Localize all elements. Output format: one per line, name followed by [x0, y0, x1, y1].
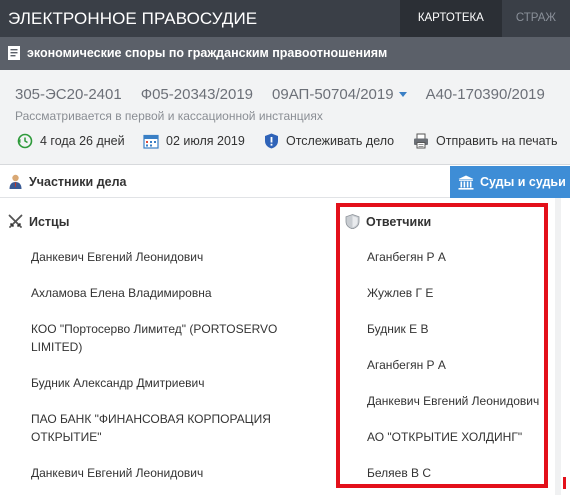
tab-bar: Участники дела Суды и судьи — [0, 166, 570, 198]
duration-item: 4 года 26 дней — [17, 133, 125, 149]
track-case-label: Отслеживать дело — [286, 134, 395, 148]
plaintiff-name: Данкевич Евгений Леонидович — [31, 250, 204, 264]
tab-courts-judges[interactable]: Суды и судьи — [450, 166, 570, 198]
plaintiff-item[interactable]: Данкевич Евгений Леонидович — [31, 248, 203, 266]
top-bar: ЭЛЕКТРОННОЕ ПРАВОСУДИЕ КАРТОТЕКА СТРАЖ — [0, 0, 570, 37]
plaintiff-name-cont: ОТКРЫТИЕ" — [31, 430, 102, 444]
plaintiff-item[interactable]: ПАО БАНК "ФИНАНСОВАЯ КОРПОРАЦИЯ ОТКРЫТИЕ… — [31, 410, 271, 446]
plaintiff-name: КОО "Портосерво Лимитед" (PORTOSERVO — [31, 322, 278, 336]
plaintiff-item[interactable]: Данкевич Евгений Леонидович — [31, 464, 203, 482]
case-number-supreme[interactable]: 305-ЭС20-2401 — [15, 86, 122, 103]
brand-title: ЭЛЕКТРОННОЕ ПРАВОСУДИЕ — [8, 9, 258, 28]
nav-kartoteka[interactable]: КАРТОТЕКА — [399, 0, 502, 37]
plaintiff-item[interactable]: Ахламова Елена Владимировна — [31, 284, 212, 302]
plaintiff-item[interactable]: КОО "Портосерво Лимитед" (PORTOSERVO LIM… — [31, 320, 277, 356]
courthouse-icon — [458, 175, 474, 190]
case-number-cassation[interactable]: Ф05-20343/2019 — [141, 86, 253, 103]
date-item: 02 июля 2019 — [143, 133, 245, 149]
top-nav: КАРТОТЕКА СТРАЖ — [399, 0, 570, 37]
plaintiff-item[interactable]: Будник Александр Дмитриевич — [31, 374, 204, 392]
category-label: экономические споры по гражданским право… — [27, 46, 388, 60]
plaintiff-name: Будник Александр Дмитриевич — [31, 376, 205, 390]
nav-strazh[interactable]: СТРАЖ — [502, 0, 570, 37]
shield-icon — [265, 133, 278, 149]
plaintiff-name-cont: LIMITED) — [31, 340, 83, 354]
plaintiffs-heading: Истцы — [8, 214, 69, 229]
category-bar: экономические споры по гражданским право… — [0, 37, 570, 70]
printer-icon — [414, 133, 428, 149]
person-icon — [9, 174, 22, 189]
red-marker — [563, 477, 566, 489]
scrollbar[interactable] — [555, 198, 561, 495]
duration-text: 4 года 26 дней — [40, 134, 125, 148]
plaintiffs-heading-label: Истцы — [29, 214, 70, 229]
track-case-button[interactable]: Отслеживать дело — [264, 133, 394, 149]
case-number-first-instance[interactable]: А40-170390/2019 — [426, 86, 545, 103]
print-button[interactable]: Отправить на печать — [413, 133, 558, 149]
history-icon — [17, 133, 33, 149]
tab-participants-label: Участники дела — [29, 174, 127, 189]
calendar-icon — [143, 134, 159, 149]
tab-divider — [0, 197, 450, 198]
case-status: Рассматривается в первой и кассационной … — [15, 109, 323, 123]
defendants-highlight-frame — [336, 203, 548, 488]
document-icon — [8, 46, 20, 60]
print-label: Отправить на печать — [436, 134, 558, 148]
chevron-down-icon[interactable] — [398, 91, 407, 97]
crossed-swords-icon — [8, 214, 23, 228]
case-header: 305-ЭС20-2401 Ф05-20343/2019 09АП-50704/… — [0, 70, 570, 165]
case-number-appeal[interactable]: 09АП-50704/2019 — [272, 86, 407, 103]
plaintiff-name: Данкевич Евгений Леонидович — [31, 466, 204, 480]
case-numbers: 305-ЭС20-2401 Ф05-20343/2019 09АП-50704/… — [15, 86, 564, 103]
plaintiff-name: ПАО БАНК "ФИНАНСОВАЯ КОРПОРАЦИЯ — [31, 412, 271, 426]
tab-courts-judges-label: Суды и судьи — [480, 175, 566, 189]
plaintiff-name: Ахламова Елена Владимировна — [31, 286, 212, 300]
date-text: 02 июля 2019 — [166, 134, 245, 148]
tab-participants[interactable]: Участники дела — [8, 174, 127, 189]
